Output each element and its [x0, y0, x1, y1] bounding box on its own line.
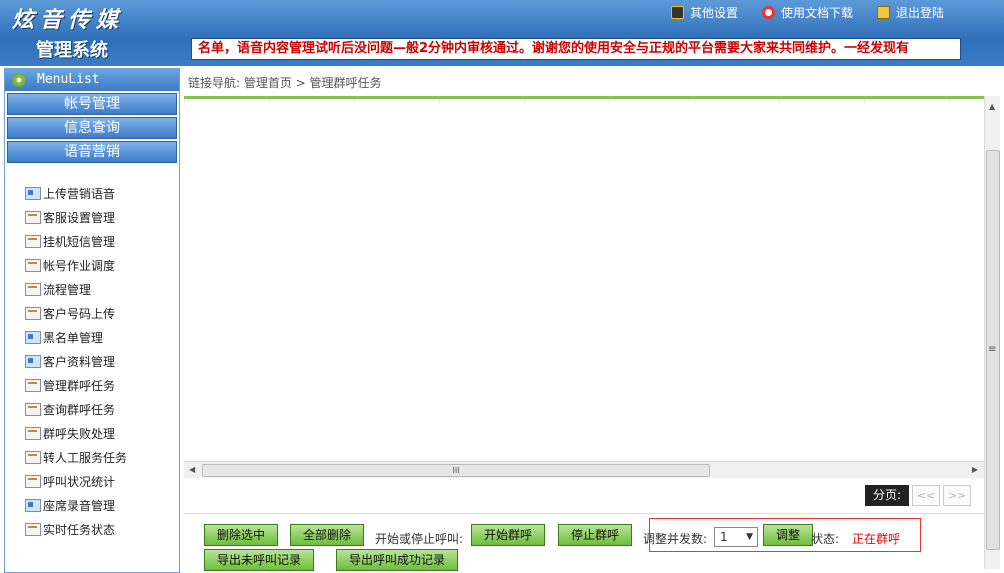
- menu-header-label: MenuList: [37, 72, 100, 87]
- notice-marquee: 名单，语音内容管理试听后没问题—般2分钟内审核通过。谢谢您的使用安全与正规的平台…: [191, 38, 961, 60]
- doc-download-link[interactable]: 使用文档下载: [761, 4, 853, 21]
- breadcrumb: 链接导航: 管理首页 > 管理群呼任务: [188, 76, 382, 90]
- sidebar-item-label: 帐号作业调度: [43, 258, 116, 273]
- scroll-left-icon[interactable]: ◀: [189, 465, 195, 474]
- sidebar-item-label: 转人工服务任务: [43, 450, 128, 465]
- page-icon: [25, 450, 41, 464]
- page-icon: [25, 498, 41, 512]
- export-uncalled-button[interactable]: 导出未呼叫记录: [204, 549, 315, 571]
- category-voice-marketing[interactable]: 语音营销: [7, 141, 177, 163]
- menu-header: MenuList: [5, 69, 179, 91]
- next-page-button[interactable]: >>: [943, 485, 972, 506]
- toolbar: 删除选中 全部删除 开始或停止呼叫: 开始群呼 停止群呼 调整并发数: 调整 状…: [184, 513, 984, 573]
- category-info-query[interactable]: 信息查询: [7, 117, 177, 139]
- sidebar-item[interactable]: 实时任务状态: [25, 517, 179, 541]
- delete-all-button[interactable]: 全部删除: [290, 524, 365, 546]
- sidebar-item-label: 座席录音管理: [43, 498, 116, 513]
- pager: 分页: << >>: [865, 485, 972, 506]
- gear-icon: [12, 73, 26, 87]
- concurrency-select[interactable]: 1: [714, 527, 758, 547]
- sidebar-item-label: 客户资料管理: [43, 354, 116, 369]
- settings-icon: [670, 6, 684, 19]
- other-settings-label: 其他设置: [689, 6, 738, 20]
- logo: 炫音传媒: [12, 7, 125, 33]
- page-icon: [25, 282, 41, 296]
- scroll-right-icon[interactable]: ▶: [972, 465, 978, 474]
- page-icon: [25, 258, 41, 272]
- top-links: 其他设置 使用文档下载 退出登陆: [670, 4, 944, 21]
- other-settings-link[interactable]: 其他设置: [670, 4, 738, 21]
- sidebar-item-label: 流程管理: [43, 282, 92, 297]
- sidebar-item[interactable]: 流程管理: [25, 277, 179, 301]
- grip-icon: ≡: [988, 344, 997, 355]
- page-icon: [25, 306, 41, 320]
- page-icon: [25, 522, 41, 536]
- start-stop-label: 开始或停止呼叫:: [375, 532, 464, 546]
- header: 炫音传媒 管理系统 其他设置 使用文档下载 退出登陆 名单，语音内容管理试听后没…: [0, 0, 1004, 66]
- sidebar-item[interactable]: 客服设置管理: [25, 205, 179, 229]
- sidebar-item[interactable]: 呼叫状况统计: [25, 469, 179, 493]
- sidebar-item-label: 上传营销语音: [43, 186, 116, 201]
- page-icon: [25, 426, 41, 440]
- stop-call-button[interactable]: 停止群呼: [558, 524, 633, 546]
- start-call-button[interactable]: 开始群呼: [471, 524, 546, 546]
- task-grid: [184, 96, 984, 478]
- sidebar-item[interactable]: 客户号码上传: [25, 301, 179, 325]
- sidebar-item[interactable]: 帐号作业调度: [25, 253, 179, 277]
- lock-icon: [876, 6, 890, 19]
- sidebar-item-label: 实时任务状态: [43, 522, 116, 537]
- page-icon: [25, 234, 41, 248]
- sidebar-item[interactable]: 群呼失败处理: [25, 421, 179, 445]
- system-title: 管理系统: [36, 40, 108, 61]
- prev-page-button[interactable]: <<: [912, 485, 941, 506]
- sidebar-item-label: 客户号码上传: [43, 306, 116, 321]
- status-value: 正在群呼: [852, 532, 901, 546]
- sidebar-item-label: 呼叫状况统计: [43, 474, 116, 489]
- sidebar-item-label: 管理群呼任务: [43, 378, 116, 393]
- menu-items: 上传营销语音 客服设置管理 挂机短信管理 帐号作业调度 流程管理客户号码上传 黑名单管理客…: [5, 181, 179, 541]
- sidebar-item[interactable]: 客户资料管理: [25, 349, 179, 373]
- export-success-button[interactable]: 导出呼叫成功记录: [336, 549, 459, 571]
- page-icon: [25, 474, 41, 488]
- category-account[interactable]: 帐号管理: [7, 93, 177, 115]
- sidebar-item[interactable]: 转人工服务任务: [25, 445, 179, 469]
- page-icon: [25, 330, 41, 344]
- sidebar-item[interactable]: 挂机短信管理: [25, 229, 179, 253]
- horizontal-scroll-thumb[interactable]: III: [202, 464, 710, 477]
- sidebar-item-label: 群呼失败处理: [43, 426, 116, 441]
- doc-download-label: 使用文档下载: [780, 6, 853, 20]
- vertical-scrollbar[interactable]: ▲ ≡: [984, 96, 1000, 569]
- horizontal-scrollbar[interactable]: ◀ III ▶: [184, 461, 984, 478]
- sidebar-item[interactable]: 查询群呼任务: [25, 397, 179, 421]
- page-icon: [25, 354, 41, 368]
- grid-header-line: [184, 99, 968, 103]
- sidebar-item[interactable]: 黑名单管理: [25, 325, 179, 349]
- sidebar-item-label: 查询群呼任务: [43, 402, 116, 417]
- delete-selected-button[interactable]: 删除选中: [204, 524, 279, 546]
- sidebar: MenuList 帐号管理 信息查询 语音营销 上传营销语音 客服设置管理 挂机短信…: [4, 68, 180, 573]
- document-icon: [761, 6, 775, 19]
- logout-link[interactable]: 退出登陆: [876, 4, 944, 21]
- page-icon: [25, 378, 41, 392]
- sidebar-item[interactable]: 管理群呼任务: [25, 373, 179, 397]
- pager-label: 分页:: [865, 485, 910, 506]
- scroll-up-icon[interactable]: ▲: [989, 102, 995, 111]
- status-label: 状态:: [811, 532, 840, 546]
- sidebar-item[interactable]: 座席录音管理: [25, 493, 179, 517]
- sidebar-item-label: 挂机短信管理: [43, 234, 116, 249]
- sidebar-item[interactable]: 上传营销语音: [25, 181, 179, 205]
- page-icon: [25, 210, 41, 224]
- logout-label: 退出登陆: [895, 6, 944, 20]
- concurrency-label: 调整并发数:: [643, 532, 708, 546]
- sidebar-item-label: 黑名单管理: [43, 330, 104, 345]
- page-icon: [25, 186, 41, 200]
- page-icon: [25, 402, 41, 416]
- sidebar-item-label: 客服设置管理: [43, 210, 116, 225]
- adjust-button[interactable]: 调整: [763, 524, 814, 546]
